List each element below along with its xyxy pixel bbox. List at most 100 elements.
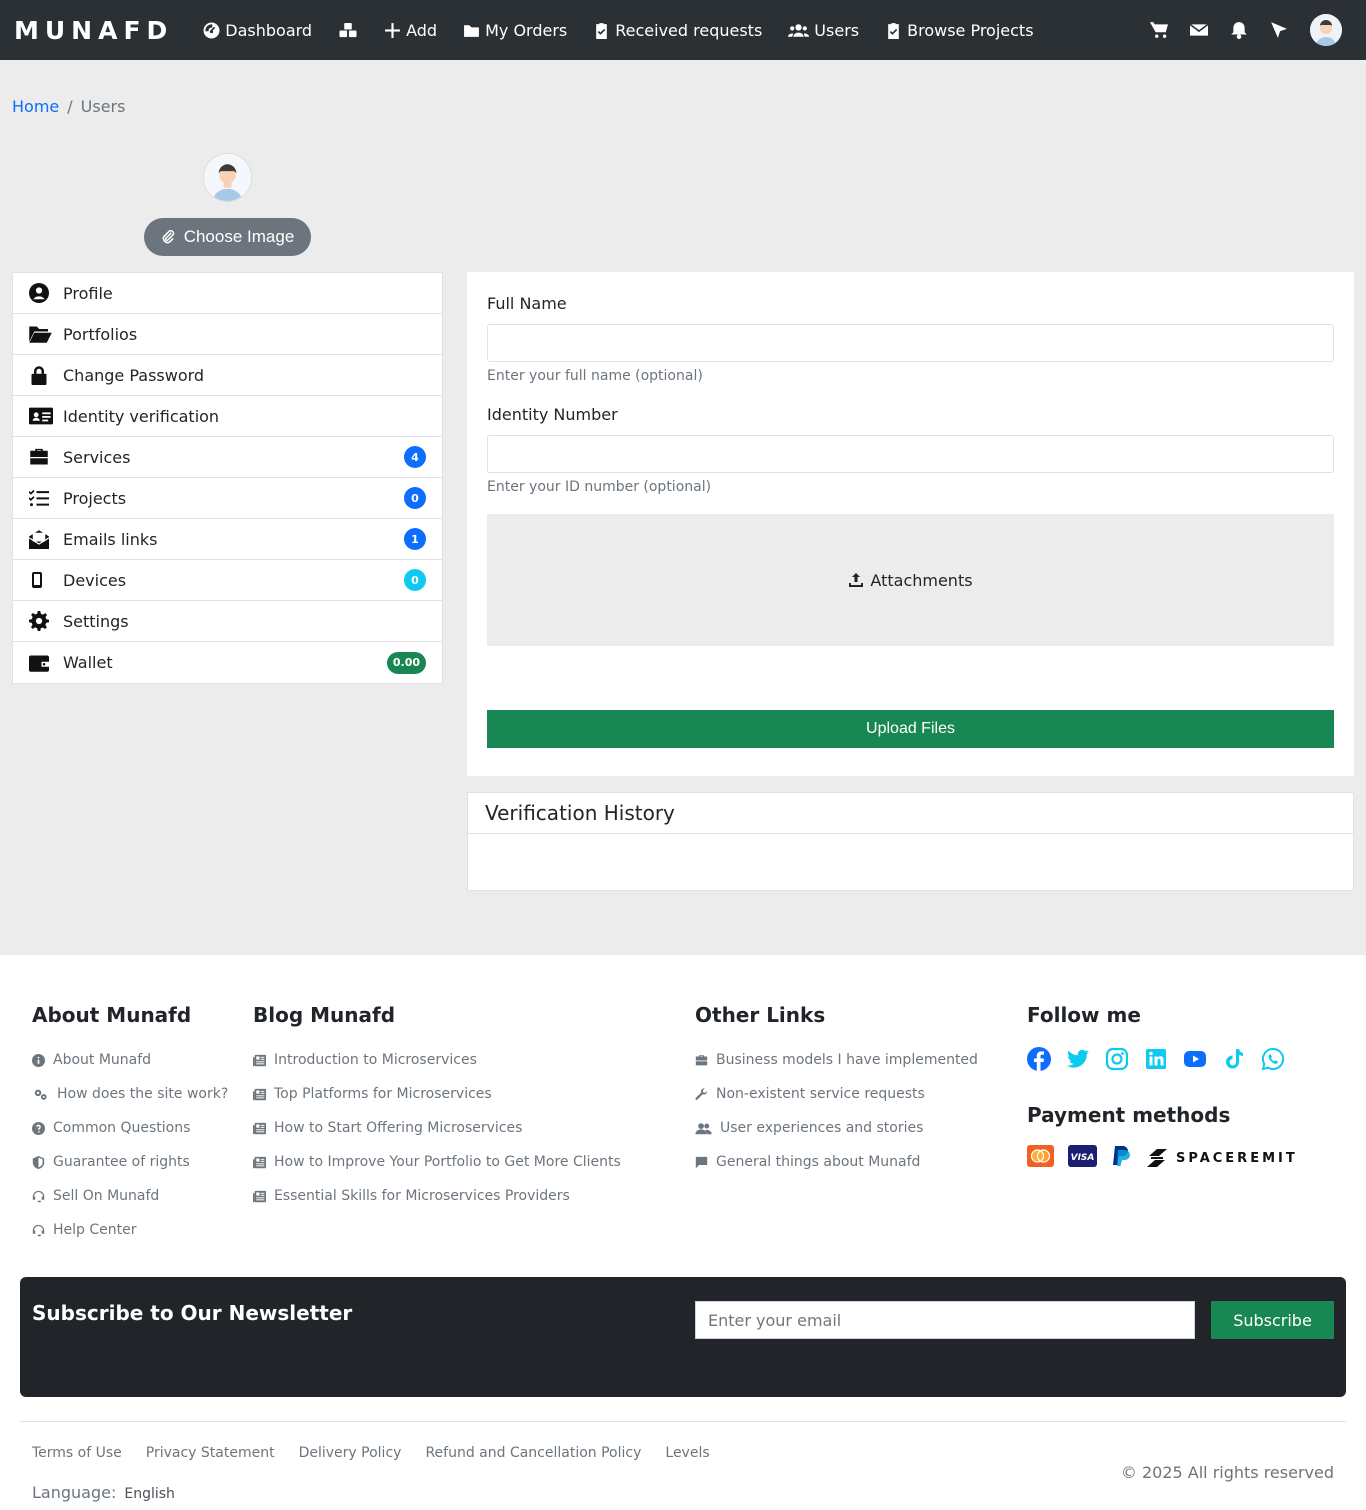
user-circle-icon xyxy=(29,283,53,303)
brand-logo[interactable]: MUNAFD xyxy=(14,16,173,45)
footer-other-link[interactable]: Business models I have implemented xyxy=(695,1043,978,1077)
users-icon xyxy=(788,23,810,37)
terms-link[interactable]: Terms of Use xyxy=(32,1445,122,1461)
choose-image-button[interactable]: Choose Image xyxy=(144,218,311,256)
attachments-dropzone[interactable]: Attachments xyxy=(487,514,1334,646)
headset-icon xyxy=(32,1224,45,1236)
twitter-icon[interactable] xyxy=(1066,1047,1090,1075)
footer-link-about[interactable]: About Munafd xyxy=(32,1043,228,1077)
footer-link-label: Top Platforms for Microservices xyxy=(274,1086,492,1102)
facebook-icon[interactable] xyxy=(1027,1047,1051,1075)
footer-link-label: User experiences and stories xyxy=(720,1120,924,1136)
subscribe-button[interactable]: Subscribe xyxy=(1211,1301,1334,1339)
nav-cubes[interactable] xyxy=(338,22,358,39)
full-name-input[interactable] xyxy=(487,324,1334,362)
sidebar-item-label: Projects xyxy=(63,488,127,508)
footer-link-sell[interactable]: Sell On Munafd xyxy=(32,1179,228,1213)
nav-users[interactable]: Users xyxy=(788,21,859,40)
sidebar-item-portfolios[interactable]: Portfolios xyxy=(13,314,442,355)
newspaper-icon xyxy=(253,1156,266,1168)
footer-link-guarantee[interactable]: Guarantee of rights xyxy=(32,1145,228,1179)
sidebar-item-devices[interactable]: Devices 0 xyxy=(13,560,442,601)
footer-other-link[interactable]: User experiences and stories xyxy=(695,1111,978,1145)
paperclip-icon xyxy=(162,229,174,243)
nav-received-requests[interactable]: Received requests xyxy=(593,21,762,40)
levels-link[interactable]: Levels xyxy=(665,1445,709,1461)
newspaper-icon xyxy=(253,1088,266,1100)
sidebar-item-services[interactable]: Services 4 xyxy=(13,437,442,478)
footer-link-help-center[interactable]: Help Center xyxy=(32,1213,228,1247)
instagram-icon[interactable] xyxy=(1105,1047,1129,1075)
identity-number-input[interactable] xyxy=(487,435,1334,473)
footer-blog-title: Blog Munafd xyxy=(253,1003,396,1027)
nav-add[interactable]: Add xyxy=(384,21,437,40)
footer-blog-link[interactable]: Top Platforms for Microservices xyxy=(253,1077,621,1111)
sidebar-item-emails-links[interactable]: Emails links 1 xyxy=(13,519,442,560)
emails-count-badge: 1 xyxy=(404,528,426,550)
attachments-label: Attachments xyxy=(870,570,973,590)
nav-add-label: Add xyxy=(406,20,438,40)
sidebar-item-profile[interactable]: Profile xyxy=(13,273,442,314)
nav-browse-projects[interactable]: Browse Projects xyxy=(885,20,1034,40)
footer-blog-link[interactable]: Essential Skills for Microservices Provi… xyxy=(253,1179,621,1213)
privacy-link[interactable]: Privacy Statement xyxy=(146,1445,275,1461)
nav-dashboard[interactable]: Dashboard xyxy=(203,21,312,40)
footer-link-faq[interactable]: Common Questions xyxy=(32,1111,228,1145)
profile-avatar xyxy=(203,153,252,202)
user-avatar[interactable] xyxy=(1310,14,1342,46)
main-content: Home / Users Choose Image Profile Portfo… xyxy=(0,60,1366,955)
list-check-icon xyxy=(29,488,53,508)
cart-icon[interactable] xyxy=(1150,21,1168,39)
newspaper-icon xyxy=(253,1054,266,1066)
bell-icon[interactable] xyxy=(1230,21,1248,39)
whatsapp-icon[interactable] xyxy=(1261,1047,1285,1075)
footer-blog-link[interactable]: How to Start Offering Microservices xyxy=(253,1111,621,1145)
choose-image-label: Choose Image xyxy=(183,227,295,246)
footer-other-link[interactable]: Non-existent service requests xyxy=(695,1077,978,1111)
mobile-icon xyxy=(29,570,53,590)
wrench-icon xyxy=(695,1087,708,1100)
footer-link-label: Guarantee of rights xyxy=(53,1154,190,1170)
sidebar-item-wallet[interactable]: Wallet 0.00 xyxy=(13,642,442,683)
sidebar-item-settings[interactable]: Settings xyxy=(13,601,442,642)
footer-other-link[interactable]: General things about Munafd xyxy=(695,1145,978,1179)
footer-link-label: Sell On Munafd xyxy=(53,1188,160,1204)
legal-links: Terms of Use Privacy Statement Delivery … xyxy=(32,1445,710,1461)
verification-history-title: Verification History xyxy=(468,793,1353,834)
navbar-right-icons xyxy=(1150,0,1342,60)
footer-follow-title: Follow me xyxy=(1027,1003,1141,1027)
language-selector[interactable]: Language: English xyxy=(32,1483,175,1502)
comment-icon xyxy=(695,1156,708,1168)
dashboard-icon xyxy=(203,22,220,38)
delivery-policy-link[interactable]: Delivery Policy xyxy=(299,1445,402,1461)
refund-policy-link[interactable]: Refund and Cancellation Policy xyxy=(425,1445,641,1461)
sidebar-item-change-password[interactable]: Change Password xyxy=(13,355,442,396)
youtube-icon[interactable] xyxy=(1183,1047,1207,1075)
sidebar-item-projects[interactable]: Projects 0 xyxy=(13,478,442,519)
newsletter-email-input[interactable] xyxy=(695,1301,1195,1339)
envelope-icon[interactable] xyxy=(1190,21,1208,39)
footer-blog-link[interactable]: Introduction to Microservices xyxy=(253,1043,621,1077)
headset-icon xyxy=(32,1190,45,1202)
footer-blog-link[interactable]: How to Improve Your Portfolio to Get Mor… xyxy=(253,1145,621,1179)
nav-my-orders[interactable]: My Orders xyxy=(463,21,567,40)
footer-link-label: How to Start Offering Microservices xyxy=(274,1120,523,1136)
upload-files-button[interactable]: Upload Files xyxy=(487,710,1334,748)
linkedin-icon[interactable] xyxy=(1144,1047,1168,1075)
breadcrumb-home[interactable]: Home xyxy=(12,97,59,116)
users-icon xyxy=(695,1122,712,1134)
clipboard-check-icon xyxy=(888,22,899,39)
newsletter-title: Subscribe to Our Newsletter xyxy=(32,1301,353,1325)
pointer-icon[interactable] xyxy=(1270,21,1288,39)
tiktok-icon[interactable] xyxy=(1222,1047,1246,1075)
footer-about-title: About Munafd xyxy=(32,1003,192,1027)
language-value[interactable]: English xyxy=(124,1486,175,1502)
nav-browse-projects-label: Browse Projects xyxy=(907,20,1034,40)
footer-link-how-it-works[interactable]: How does the site work? xyxy=(32,1077,228,1111)
footer-link-label: Non-existent service requests xyxy=(716,1086,925,1102)
footer-other-title: Other Links xyxy=(695,1003,826,1027)
nav-dashboard-label: Dashboard xyxy=(225,20,313,40)
identity-number-help: Enter your ID number (optional) xyxy=(487,479,712,495)
sidebar-item-identity-verification[interactable]: Identity verification xyxy=(13,396,442,437)
gear-icon xyxy=(29,611,53,631)
